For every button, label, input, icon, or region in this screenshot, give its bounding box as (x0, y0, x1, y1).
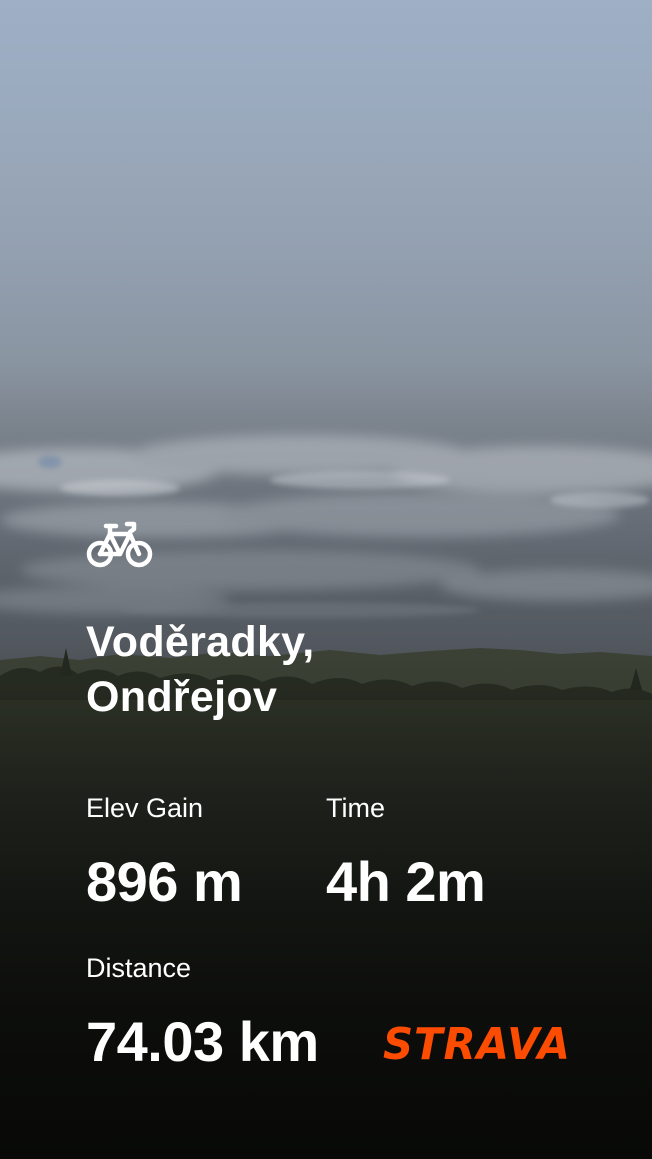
elev-gain-value: 896 m (86, 850, 243, 913)
activity-card: Voděradky, Ondřejov Elev Gain 896 m Time… (86, 0, 606, 1159)
activity-title-line1: Voděradky, (86, 618, 315, 666)
activity-title: Voděradky, Ondřejov (86, 615, 606, 725)
activity-title-line2: Ondřejov (86, 673, 278, 721)
time-label: Time (326, 793, 385, 823)
time-value: 4h 2m (326, 850, 486, 913)
elev-gain-label: Elev Gain (86, 793, 204, 823)
bike-icon (86, 521, 153, 568)
strava-logo: STRAVA (383, 1019, 571, 1070)
distance-label: Distance (86, 953, 192, 983)
distance-value: 74.03 km (86, 1010, 319, 1073)
